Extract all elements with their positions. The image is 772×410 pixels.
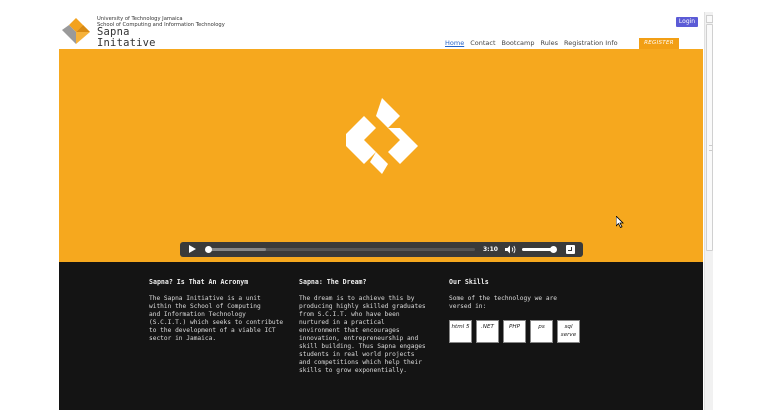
- seek-bar[interactable]: [205, 246, 475, 253]
- site-brand[interactable]: Sapna Initative: [97, 27, 156, 49]
- info-section: Sapna? Is That An Acronym The Sapna Init…: [59, 262, 703, 410]
- scroll-up-arrow[interactable]: [706, 15, 713, 23]
- brand-line2: Initative: [97, 37, 156, 49]
- skills-heading: Our Skills: [449, 278, 489, 286]
- page-scrollbar[interactable]: [704, 12, 713, 410]
- acronym-heading: Sapna? Is That An Acronym: [149, 278, 249, 286]
- skill-tile: html 5: [449, 320, 472, 343]
- dream-column: Sapna: The Dream? The dream is to achiev…: [299, 278, 434, 375]
- skill-tile: .NET: [476, 320, 499, 343]
- nav-registration-info[interactable]: Registration Info: [564, 38, 618, 48]
- volume-icon[interactable]: [505, 245, 517, 254]
- nav-bootcamp[interactable]: Bootcamp: [502, 38, 535, 48]
- dream-text: The dream is to achieve this by producin…: [299, 295, 426, 374]
- video-controls: 3:10: [180, 242, 583, 257]
- scrollbar-thumb[interactable]: [706, 24, 713, 251]
- nav-home[interactable]: Home: [445, 38, 464, 48]
- video-time: 3:10: [483, 246, 498, 253]
- volume-handle[interactable]: [550, 246, 557, 253]
- scroll-grip: [709, 145, 712, 151]
- page: University of Technology Jamaica School …: [59, 12, 703, 410]
- nav-contact[interactable]: Contact: [470, 38, 495, 48]
- main-nav: Home Contact Bootcamp Rules Registration…: [445, 38, 624, 48]
- play-icon[interactable]: [189, 245, 196, 253]
- skills-list: html 5 .NET PHP ps sql serve: [449, 320, 584, 343]
- buffered-bar: [207, 248, 266, 251]
- skill-tile: sql serve: [557, 320, 580, 343]
- volume-slider[interactable]: [522, 246, 557, 253]
- hero-logo-icon: [346, 98, 418, 174]
- skills-text: Some of the technology we are versed in:: [449, 295, 558, 310]
- nav-rules[interactable]: Rules: [540, 38, 558, 48]
- dream-heading: Sapna: The Dream?: [299, 278, 367, 286]
- mouse-cursor-icon: [616, 216, 624, 228]
- skills-column: Our Skills Some of the technology we are…: [449, 278, 599, 311]
- fullscreen-icon[interactable]: [566, 245, 575, 254]
- skill-tile: ps: [530, 320, 553, 343]
- sapna-logo-icon: [62, 18, 90, 44]
- seek-handle[interactable]: [205, 246, 212, 253]
- acronym-text: The Sapna Initiative is a unit within th…: [149, 295, 284, 342]
- register-button[interactable]: REGISTER: [639, 38, 679, 49]
- skill-tile: PHP: [503, 320, 526, 343]
- hero-video[interactable]: 3:10: [59, 49, 703, 262]
- acronym-column: Sapna? Is That An Acronym The Sapna Init…: [149, 278, 284, 343]
- login-button[interactable]: Login: [676, 17, 698, 27]
